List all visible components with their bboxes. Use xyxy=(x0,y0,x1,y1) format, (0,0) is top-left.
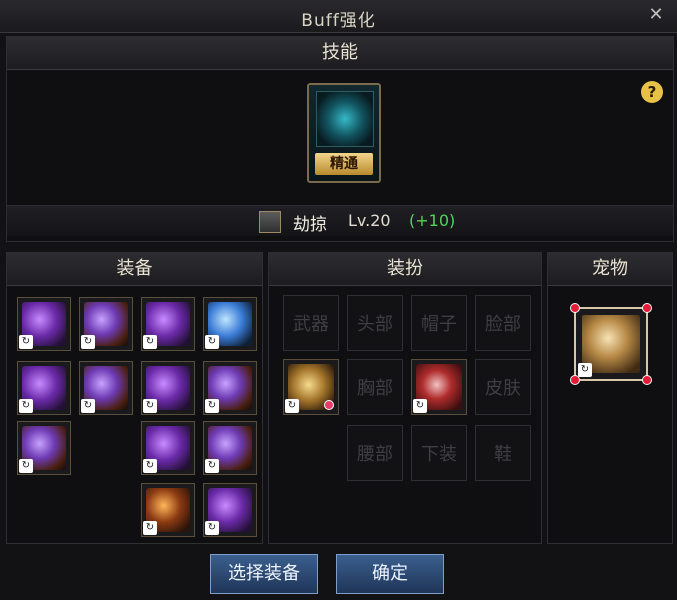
costume-slot-face[interactable]: 脸部 xyxy=(475,295,531,351)
equipment-slot[interactable]: ↻ xyxy=(79,297,133,351)
costume-slot-weapon[interactable]: 武器 xyxy=(283,295,339,351)
skill-name: 劫掠 xyxy=(293,215,327,235)
equipment-slot[interactable]: ↻ xyxy=(141,483,195,537)
refresh-icon[interactable]: ↻ xyxy=(205,459,219,473)
costume-slot-waist[interactable]: 腰部 xyxy=(347,425,403,481)
notification-dot xyxy=(324,400,334,410)
refresh-icon[interactable]: ↻ xyxy=(143,459,157,473)
corner-dot xyxy=(570,375,580,385)
costume-slot-equipped[interactable]: ↻ xyxy=(283,359,339,415)
close-icon[interactable]: ✕ xyxy=(645,4,667,26)
refresh-icon[interactable]: ↻ xyxy=(19,459,33,473)
equipment-slot[interactable]: ↻ xyxy=(203,361,257,415)
costume-slot-hat[interactable]: 帽子 xyxy=(411,295,467,351)
equipment-slot[interactable]: ↻ xyxy=(203,297,257,351)
costume-slot-label: 皮肤 xyxy=(485,378,521,399)
refresh-icon[interactable]: ↻ xyxy=(578,363,592,377)
refresh-icon[interactable]: ↻ xyxy=(19,399,33,413)
skill-small-icon xyxy=(259,211,281,233)
equipment-slot[interactable]: ↻ xyxy=(141,297,195,351)
refresh-icon[interactable]: ↻ xyxy=(205,521,219,535)
costume-header: 装扮 xyxy=(269,253,541,286)
equipment-slot[interactable]: ↻ xyxy=(17,361,71,415)
equipment-header: 装备 xyxy=(7,253,262,286)
equipment-slot[interactable]: ↻ xyxy=(17,297,71,351)
costume-slot-label: 帽子 xyxy=(421,314,457,335)
refresh-icon[interactable]: ↻ xyxy=(143,399,157,413)
refresh-icon[interactable]: ↻ xyxy=(205,335,219,349)
skill-bonus: (+10) xyxy=(409,211,456,230)
pet-panel: 宠物 ↻ xyxy=(547,252,673,544)
costume-slot-label: 下装 xyxy=(421,444,457,465)
corner-dot xyxy=(570,303,580,313)
skill-info-line: 劫掠 Lv.20 (+10) xyxy=(7,205,673,236)
refresh-icon[interactable]: ↻ xyxy=(81,399,95,413)
refresh-icon[interactable]: ↻ xyxy=(285,399,299,413)
pet-slot[interactable]: ↻ xyxy=(570,303,652,385)
refresh-icon[interactable]: ↻ xyxy=(19,335,33,349)
costume-slot-chest[interactable]: 胸部 xyxy=(347,359,403,415)
costume-slot-pants[interactable]: 下装 xyxy=(411,425,467,481)
buff-window: Buff强化 ✕ 技能 精通 ? 劫掠 Lv.20 (+10) 装备 ↻ ↻ ↻ xyxy=(0,0,677,600)
costume-slot-skin[interactable]: 皮肤 xyxy=(475,359,531,415)
equipment-slot[interactable]: ↻ xyxy=(203,421,257,475)
refresh-icon[interactable]: ↻ xyxy=(143,521,157,535)
skill-badge: 精通 xyxy=(315,153,373,175)
select-equipment-button[interactable]: 选择装备 xyxy=(210,554,318,594)
skill-icon[interactable]: 精通 xyxy=(307,83,381,183)
costume-slot-head[interactable]: 头部 xyxy=(347,295,403,351)
equipment-slot[interactable]: ↻ xyxy=(79,361,133,415)
equipment-slot[interactable]: ↻ xyxy=(17,421,71,475)
confirm-button[interactable]: 确定 xyxy=(336,554,444,594)
equipment-slot[interactable]: ↻ xyxy=(203,483,257,537)
costume-slot-label: 武器 xyxy=(293,314,329,335)
skill-level: Lv.20 xyxy=(348,211,391,230)
costume-slot-label: 腰部 xyxy=(357,444,393,465)
costume-slot-equipped[interactable]: ↻ xyxy=(411,359,467,415)
refresh-icon[interactable]: ↻ xyxy=(143,335,157,349)
refresh-icon[interactable]: ↻ xyxy=(81,335,95,349)
corner-dot xyxy=(642,303,652,313)
equipment-slot[interactable]: ↻ xyxy=(141,361,195,415)
help-icon[interactable]: ? xyxy=(641,81,663,103)
corner-dot xyxy=(642,375,652,385)
costume-slot-label: 胸部 xyxy=(357,378,393,399)
skills-panel: 技能 精通 ? 劫掠 Lv.20 (+10) xyxy=(6,36,674,242)
refresh-icon[interactable]: ↻ xyxy=(205,399,219,413)
costume-slot-label: 头部 xyxy=(357,314,393,335)
pet-header: 宠物 xyxy=(548,253,672,286)
title-bar: Buff强化 ✕ xyxy=(0,0,677,33)
costume-slot-label: 脸部 xyxy=(485,314,521,335)
costume-panel: 装扮 武器 头部 帽子 脸部 ↻ 胸部 ↻ 皮肤 腰部 下装 鞋 xyxy=(268,252,542,544)
skill-art-icon xyxy=(316,91,374,147)
equipment-slot[interactable]: ↻ xyxy=(141,421,195,475)
equipment-panel: 装备 ↻ ↻ ↻ ↻ ↻ ↻ ↻ ↻ ↻ ↻ ↻ ↻ ↻ xyxy=(6,252,263,544)
costume-slot-label: 鞋 xyxy=(494,444,512,465)
skills-header: 技能 xyxy=(7,37,673,70)
refresh-icon[interactable]: ↻ xyxy=(413,399,427,413)
costume-slot-shoes[interactable]: 鞋 xyxy=(475,425,531,481)
window-title: Buff强化 xyxy=(301,11,376,31)
